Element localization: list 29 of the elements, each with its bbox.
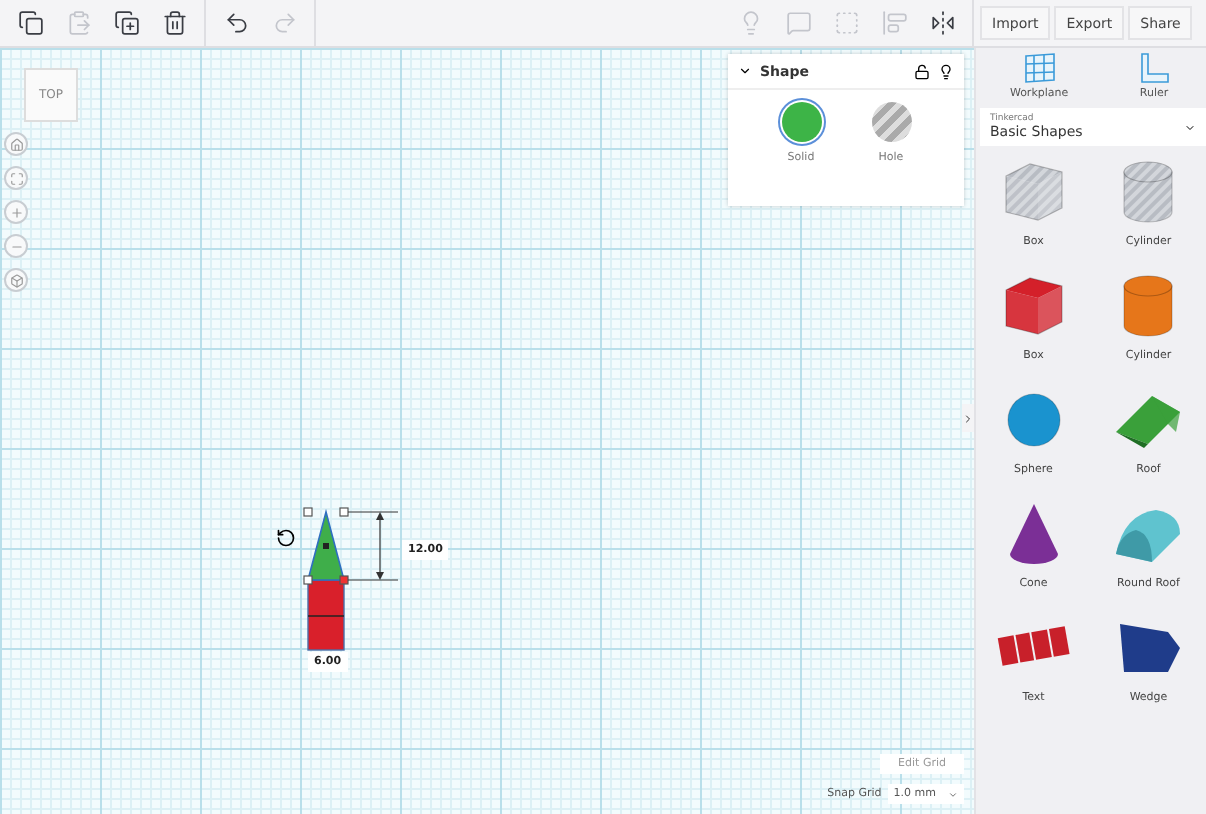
home-icon (9, 137, 23, 151)
zoom-out-button[interactable] (4, 234, 28, 258)
lightbulb-icon[interactable] (938, 63, 954, 79)
chevron-icon (962, 411, 974, 425)
shape-drawing[interactable] (300, 504, 352, 652)
fit-button[interactable] (4, 166, 28, 190)
fit-icon (9, 171, 23, 185)
mirror-icon (929, 10, 955, 36)
paste-icon (65, 10, 91, 36)
caret-icon (1184, 121, 1196, 133)
ungroup-icon (833, 10, 859, 36)
undo-icon (223, 10, 249, 36)
zoom-in-button[interactable] (4, 200, 28, 224)
view-button[interactable] (4, 268, 28, 292)
plus-icon (9, 205, 23, 219)
copy-icon (17, 10, 43, 36)
redo-icon (271, 10, 297, 36)
caret-icon (948, 789, 958, 799)
lock-icon[interactable] (914, 63, 930, 79)
group-icon (785, 10, 811, 36)
dimension-line (348, 510, 398, 582)
home-button[interactable] (4, 132, 28, 156)
cube-icon (9, 273, 23, 287)
rotate-icon[interactable] (276, 528, 296, 548)
align-icon (881, 10, 907, 36)
duplicate-icon (113, 10, 139, 36)
trash-icon (161, 10, 187, 36)
caret-icon[interactable] (738, 64, 752, 78)
panel-toggle[interactable] (962, 404, 974, 432)
